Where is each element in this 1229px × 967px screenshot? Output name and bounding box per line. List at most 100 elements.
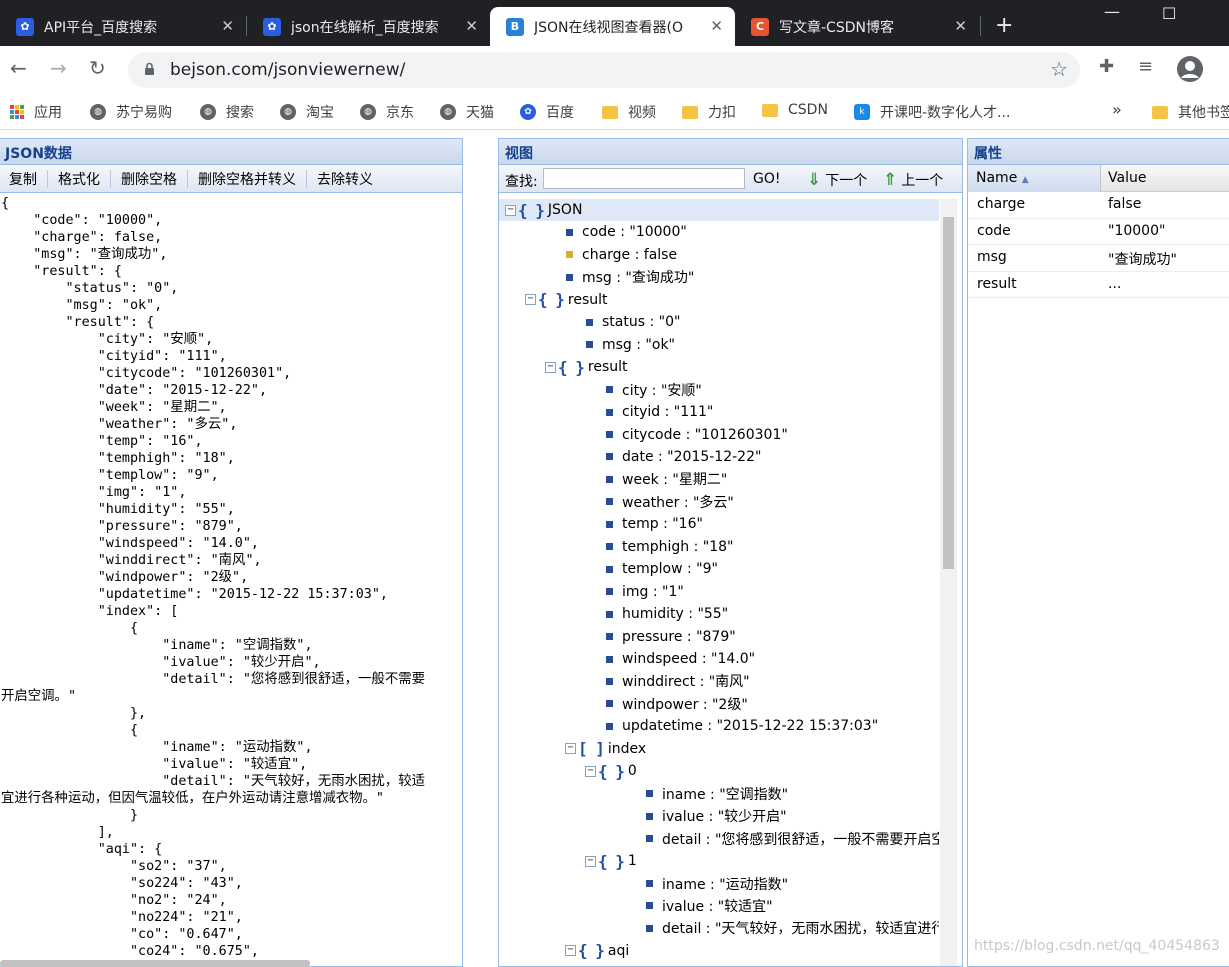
tree-node[interactable]: charge : false	[499, 244, 677, 266]
tree-node[interactable]: msg : "ok"	[499, 334, 675, 356]
collapse-toggle-icon[interactable]: −	[505, 204, 516, 216]
bookmark-kaikeba[interactable]: k 开课吧-数字化人才...	[854, 102, 1010, 122]
tree-node[interactable]: status : "0"	[499, 311, 680, 333]
bookmark-suning[interactable]: ◍ 苏宁易购	[90, 102, 172, 122]
close-tab-icon[interactable]: ✕	[221, 17, 234, 35]
tree-node[interactable]: humidity : "55"	[499, 603, 728, 625]
extensions-puzzle-icon[interactable]: ✚	[1099, 56, 1114, 77]
bookmark-search[interactable]: ◍ 搜索	[200, 102, 254, 122]
tree-node[interactable]: −{ } aqi	[499, 940, 629, 962]
more-bookmarks-chevron[interactable]: »	[1112, 100, 1122, 119]
tab-csdn[interactable]: C 写文章-CSDN博客 ✕	[735, 7, 979, 46]
tree-node[interactable]: −{ } result	[499, 289, 608, 311]
tree-node[interactable]: date : "2015-12-22"	[499, 446, 761, 468]
unescape-button[interactable]: 去除转义	[307, 169, 383, 189]
tree-node[interactable]: pressure : "879"	[499, 626, 736, 648]
collapse-toggle-icon[interactable]: −	[565, 743, 576, 755]
forward-arrow-icon[interactable]: →	[50, 56, 67, 80]
json-text-editor[interactable]: { "code": "10000", "charge": false, "msg…	[1, 195, 462, 966]
tree-node[interactable]: −{ } 1	[499, 850, 637, 872]
property-row[interactable]: result...	[968, 272, 1229, 298]
bookmark-tmall[interactable]: ◍ 天猫	[440, 102, 494, 122]
bookmark-jd[interactable]: ◍ 京东	[360, 102, 414, 122]
tree-node-label: msg : "查询成功"	[582, 270, 695, 287]
remove-whitespace-escape-button[interactable]: 删除空格并转义	[188, 169, 306, 189]
name-column-header[interactable]: Name ▲	[968, 165, 1101, 192]
go-button[interactable]: GO!	[753, 171, 780, 187]
tree-node[interactable]: detail : "您将感到很舒适，一般不需要开启空调。"	[499, 828, 939, 850]
bookmark-label: 其他书签	[1178, 105, 1229, 121]
copy-button[interactable]: 复制	[0, 169, 47, 189]
tree-node[interactable]: −[ ] index	[499, 738, 646, 760]
scrollbar-thumb[interactable]	[943, 217, 954, 569]
property-row[interactable]: charge false	[968, 192, 1229, 219]
tree-node[interactable]: windpower : "2级"	[499, 693, 748, 715]
remove-whitespace-button[interactable]: 删除空格	[111, 169, 187, 189]
bookmark-star-icon[interactable]: ☆	[1050, 57, 1068, 81]
collapse-toggle-icon[interactable]: −	[545, 361, 556, 373]
back-arrow-icon[interactable]: ←	[10, 56, 27, 80]
tree-node[interactable]: ivalue : "较少开启"	[499, 805, 787, 827]
tree-node[interactable]: img : "1"	[499, 581, 684, 603]
tree-node[interactable]: winddirect : "南风"	[499, 670, 750, 692]
tree-node[interactable]: msg : "查询成功"	[499, 266, 694, 288]
bookmark-apps[interactable]: 应用	[10, 102, 62, 122]
collapse-toggle-icon[interactable]: −	[585, 855, 596, 867]
tree-scrollbar[interactable]	[940, 199, 957, 966]
tree-node[interactable]: −{ } 0	[499, 760, 637, 782]
collapse-toggle-icon[interactable]: −	[585, 765, 596, 777]
tree-node[interactable]: weather : "多云"	[499, 491, 734, 513]
tree-node[interactable]: temp : "16"	[499, 513, 703, 535]
bookmark-folder-other[interactable]: 其他书签	[1152, 102, 1229, 122]
tree-node[interactable]: temphigh : "18"	[499, 536, 733, 558]
folder-icon	[602, 105, 618, 119]
search-input[interactable]	[543, 168, 745, 189]
close-tab-icon[interactable]: ✕	[465, 17, 478, 35]
horizontal-scrollbar[interactable]	[0, 960, 310, 967]
bookmark-taobao[interactable]: ◍ 淘宝	[280, 102, 334, 122]
tree-node[interactable]: code : "10000"	[499, 221, 687, 243]
new-tab-button[interactable]: +	[995, 13, 1013, 38]
collapse-toggle-icon[interactable]: −	[565, 945, 576, 957]
tree-node[interactable]: detail : "天气较好，无雨水困扰，较适宜进行各种运动"	[499, 917, 939, 939]
tree-node[interactable]: week : "星期二"	[499, 468, 727, 490]
tree-node-label: citycode : "101260301"	[622, 426, 788, 443]
tree-node[interactable]: city : "安顺"	[499, 379, 702, 401]
menu-dots-icon[interactable]: ⋮	[1222, 56, 1229, 77]
tree-node[interactable]: citycode : "101260301"	[499, 424, 788, 446]
tab-json-viewer[interactable]: B JSON在线视图查看器(O ✕	[490, 7, 735, 46]
bookmark-folder-leetcode[interactable]: 力扣	[682, 102, 736, 122]
close-tab-icon[interactable]: ✕	[954, 17, 967, 35]
minimize-icon[interactable]: —	[1104, 2, 1120, 21]
tree-node[interactable]: iname : "空调指数"	[499, 783, 788, 805]
maximize-icon[interactable]: ☐	[1162, 4, 1176, 23]
tree-node[interactable]: windspeed : "14.0"	[499, 648, 755, 670]
omnibox[interactable]: bejson.com/jsonviewernew/ ☆	[128, 52, 1080, 88]
bookmark-baidu[interactable]: ✿ 百度	[520, 102, 574, 122]
reading-list-icon[interactable]: ≡	[1138, 56, 1153, 77]
tab-api-search[interactable]: ✿ API平台_百度搜索 ✕	[0, 7, 246, 46]
reload-icon[interactable]: ↻	[89, 56, 106, 80]
bookmark-folder-csdn[interactable]: CSDN	[762, 102, 828, 118]
previous-button[interactable]: ⇑ 上一个	[883, 170, 943, 190]
property-row[interactable]: code "10000"	[968, 219, 1229, 245]
value-column-header[interactable]: Value	[1108, 170, 1146, 186]
tab-json-search[interactable]: ✿ json在线解析_百度搜索 ✕	[247, 7, 490, 46]
bookmark-folder-video[interactable]: 视频	[602, 102, 656, 122]
close-tab-icon[interactable]: ✕	[710, 17, 723, 35]
url-text[interactable]: bejson.com/jsonviewernew/	[170, 60, 405, 80]
tree-node[interactable]: updatetime : "2015-12-22 15:37:03"	[499, 715, 878, 737]
tree-node-label: 0	[627, 763, 637, 780]
tree-node[interactable]: ivalue : "较适宜"	[499, 895, 773, 917]
tree-node[interactable]: −{ } result	[499, 356, 628, 378]
next-button[interactable]: ⇓ 下一个	[807, 170, 867, 190]
profile-avatar-icon[interactable]	[1176, 55, 1204, 83]
tree-node-label: city : "安顺"	[622, 382, 702, 399]
tree-node[interactable]: templow : "9"	[499, 558, 718, 580]
format-button[interactable]: 格式化	[48, 169, 110, 189]
tree-node[interactable]: −{ } JSON	[499, 199, 939, 221]
tree-node[interactable]: iname : "运动指数"	[499, 873, 788, 895]
collapse-toggle-icon[interactable]: −	[525, 294, 536, 306]
tree-node[interactable]: cityid : "111"	[499, 401, 713, 423]
property-row[interactable]: msg "查询成功"	[968, 245, 1229, 272]
